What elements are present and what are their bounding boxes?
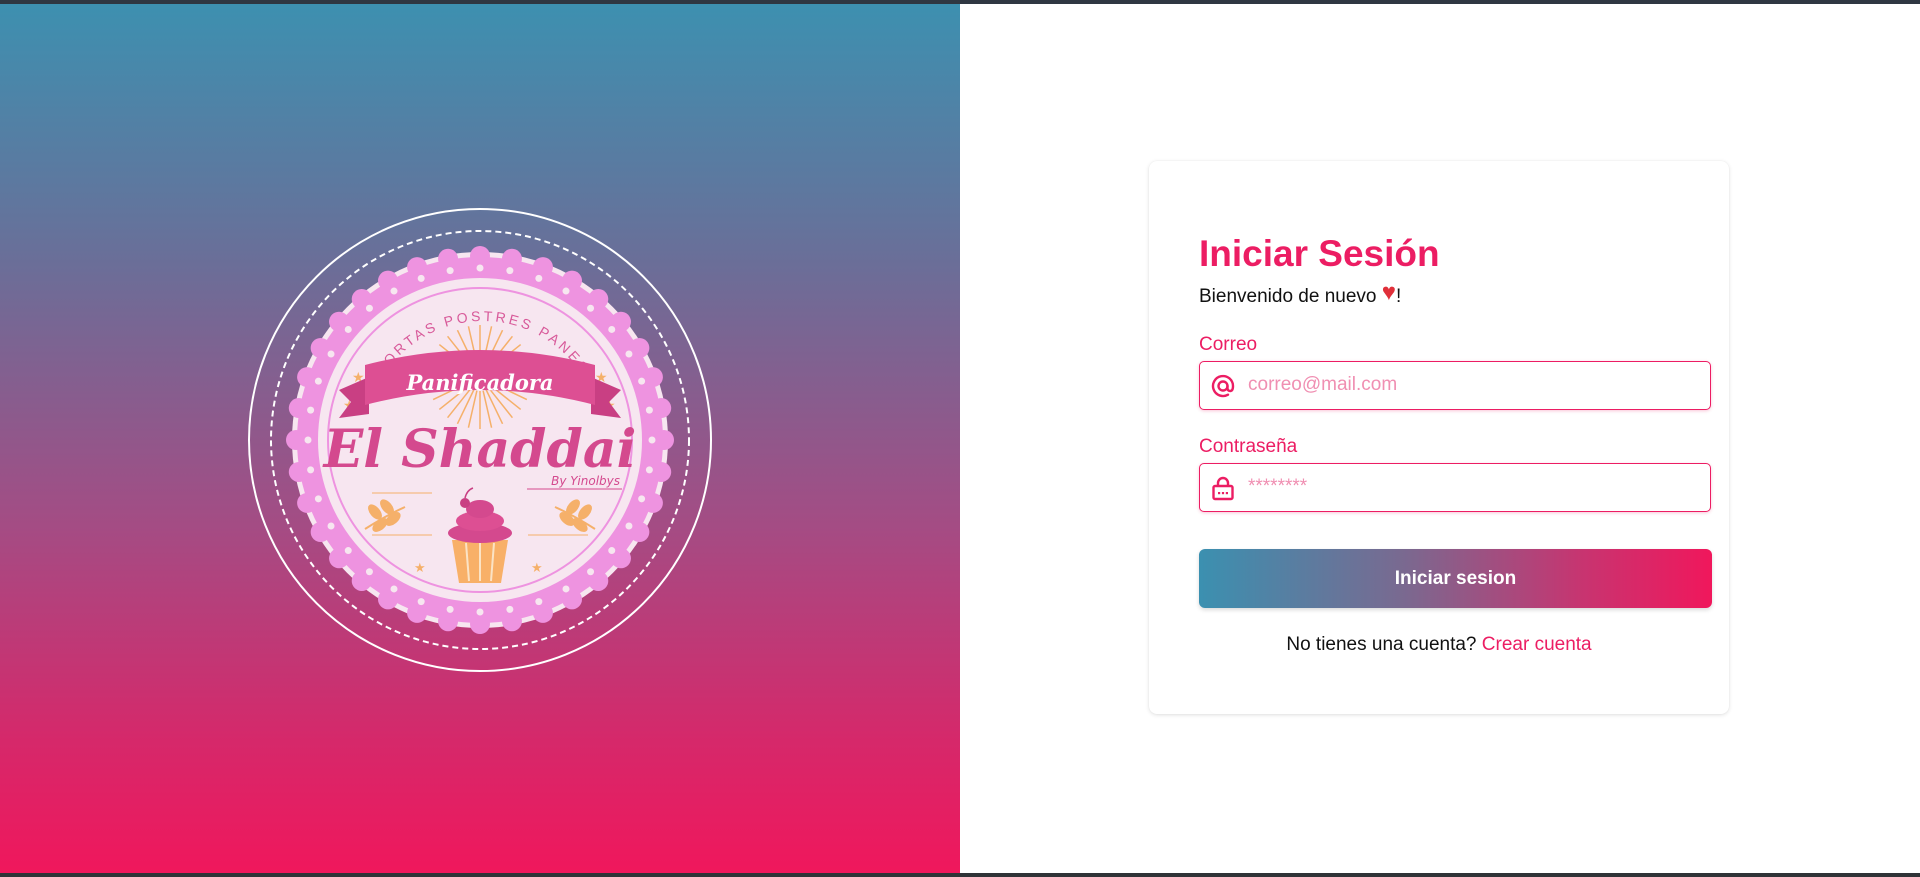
byline: By Yinolbys: [551, 474, 620, 488]
welcome-message: Bienvenido de nuevo ♥!: [1199, 279, 1402, 309]
brand-panel: TORTAS POSTRES PANES ★ ★ ★ ★ ★ ★: [0, 4, 960, 873]
bakery-logo: TORTAS POSTRES PANES ★ ★ ★ ★ ★ ★: [247, 207, 713, 673]
welcome-text: Bienvenido de nuevo: [1199, 286, 1382, 307]
create-account-link[interactable]: Crear cuenta: [1482, 634, 1592, 655]
heart-icon: ♥: [1381, 279, 1397, 306]
brand-name: El Shaddai: [322, 419, 637, 480]
login-button[interactable]: Iniciar sesion: [1199, 549, 1712, 608]
lock-icon: [1212, 476, 1234, 501]
welcome-exclamation: !: [1396, 286, 1402, 307]
bakery-logo-emblem: TORTAS POSTRES PANES ★ ★ ★ ★ ★ ★: [248, 208, 712, 672]
email-input[interactable]: [1248, 362, 1698, 408]
at-sign-icon: [1211, 374, 1235, 398]
login-panel: Iniciar Sesión Bienvenido de nuevo ♥! Co…: [960, 4, 1920, 873]
password-label: Contraseña: [1199, 436, 1298, 457]
svg-text:★: ★: [531, 561, 543, 576]
login-title: Iniciar Sesión: [1199, 233, 1440, 274]
page: TORTAS POSTRES PANES ★ ★ ★ ★ ★ ★: [0, 4, 1920, 873]
signup-prompt-text: No tienes una cuenta?: [1286, 634, 1482, 655]
email-field[interactable]: [1199, 361, 1711, 410]
window-bottom-strip: [0, 873, 1920, 877]
ribbon-text: Panificadora: [405, 370, 553, 395]
login-card: Iniciar Sesión Bienvenido de nuevo ♥! Co…: [1149, 161, 1729, 714]
password-input[interactable]: [1248, 464, 1698, 510]
svg-text:★: ★: [414, 561, 426, 576]
email-label: Correo: [1199, 334, 1258, 355]
signup-prompt: No tienes una cuenta? Crear cuenta: [1149, 634, 1729, 656]
password-field[interactable]: [1199, 463, 1711, 512]
